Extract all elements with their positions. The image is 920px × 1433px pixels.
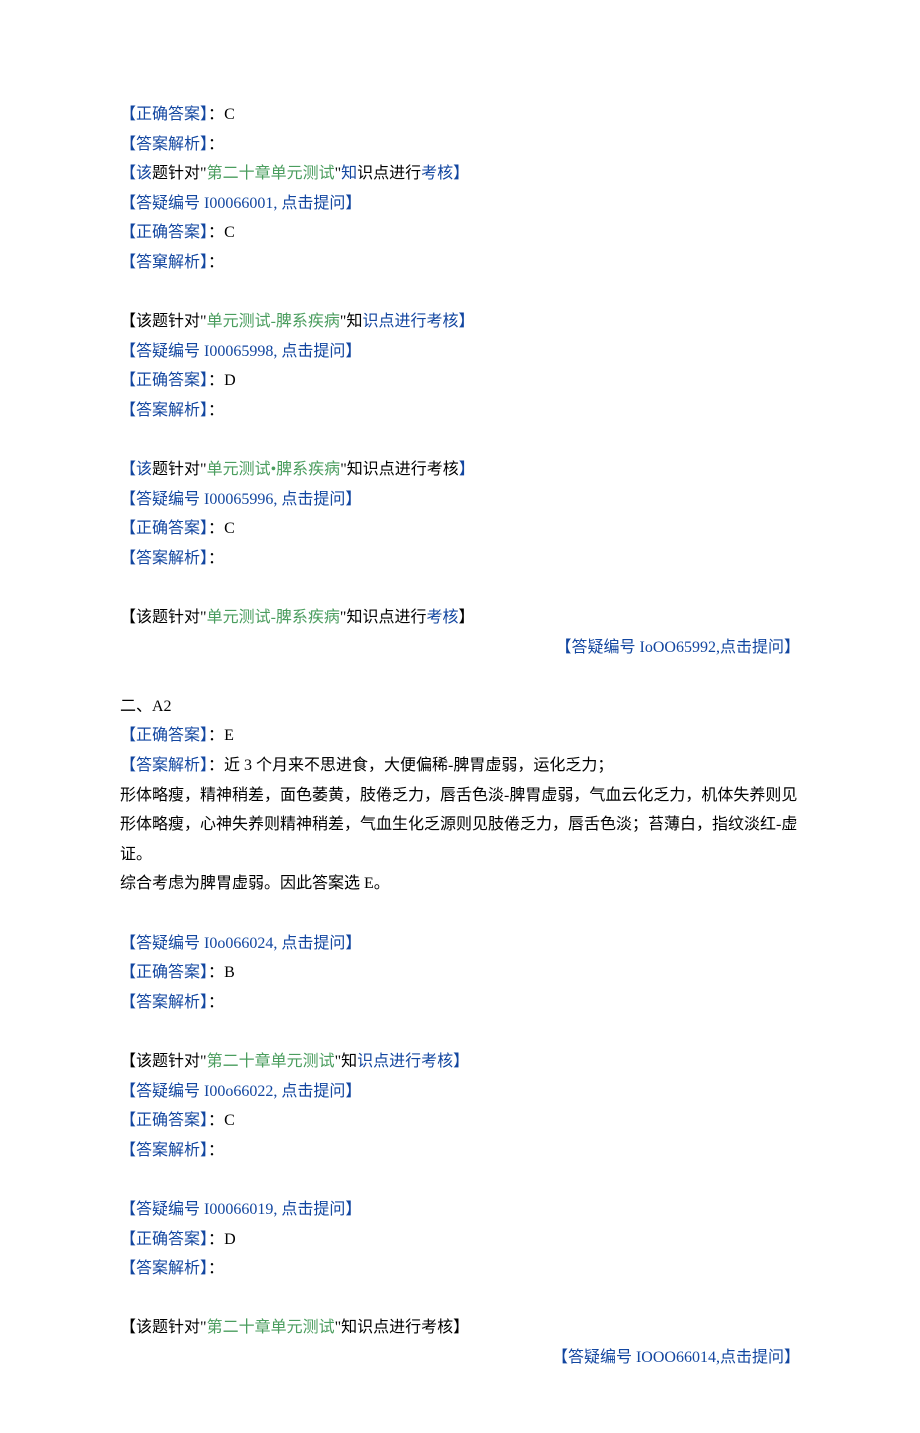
correct-answer-line: 【正确答案】：C [120, 100, 800, 130]
blank-line [120, 662, 800, 692]
faq-id: I0o066024 [204, 935, 273, 952]
analysis-line: 【答案解析】： [120, 544, 800, 574]
faq-line[interactable]: 【答疑编号 I00065996, 点击提问】 [120, 485, 800, 515]
correct-answer-line: 【正确答案】：C [120, 218, 800, 248]
analysis-line: 【答案解析】： [120, 130, 800, 160]
faq-line[interactable]: 【答疑编号 I00066019, 点击提问】 [120, 1195, 800, 1225]
document-page: 【正确答案】：C 【答案解析】： 【该题针对"第二十章单元测试"知识点进行考核】… [0, 0, 920, 1433]
analysis-body: 综合考虑为脾胃虚弱。因此答案选 E。 [120, 869, 800, 899]
analysis-line: 【答案解析】： [120, 1136, 800, 1166]
answer-value: C [224, 1112, 235, 1129]
analysis-line: 【答案解析】： [120, 1254, 800, 1284]
faq-line-right[interactable]: 【答疑编号 IOOO66014,点击提问】 [120, 1343, 800, 1373]
faq-id: IOOO66014 [636, 1349, 716, 1366]
blank-line [120, 278, 800, 308]
answer-value: B [224, 964, 235, 981]
topic-line: 【该题针对"单元测试•脾系疾病"知识点进行考核】 [120, 455, 800, 485]
blank-line [120, 1017, 800, 1047]
faq-line[interactable]: 【答疑编号 I00065998, 点击提问】 [120, 337, 800, 367]
blank-line [120, 899, 800, 929]
analysis-line: 【答案解析】：近 3 个月来不思进食，大便偏稀-脾胃虚弱，运化乏力； [120, 751, 800, 781]
analysis-line: 【答案解析】： [120, 988, 800, 1018]
faq-id: I00065996 [204, 491, 273, 508]
answer-value: D [224, 372, 236, 389]
faq-line[interactable]: 【答疑编号 I00o66022, 点击提问】 [120, 1077, 800, 1107]
answer-value: D [224, 1231, 236, 1248]
answer-value: C [224, 224, 235, 241]
correct-answer-line: 【正确答案】：C [120, 1106, 800, 1136]
correct-answer-line: 【正确答案】：C [120, 514, 800, 544]
correct-answer-line: 【正确答案】：E [120, 721, 800, 751]
analysis-line: 【答窠解析】： [120, 248, 800, 278]
faq-id: I00o66022 [204, 1083, 273, 1100]
blank-line [120, 426, 800, 456]
section-heading: 二、A2 [120, 692, 800, 722]
topic-line: 【该题针对"单元测试-脾系疾病"知识点进行考核】 [120, 307, 800, 337]
blank-line [120, 574, 800, 604]
faq-line-right[interactable]: 【答疑编号 IoOO65992,点击提问】 [120, 633, 800, 663]
blank-line [120, 1165, 800, 1195]
correct-answer-line: 【正确答案】：B [120, 958, 800, 988]
analysis-line: 【答案解析】： [120, 396, 800, 426]
answer-value: C [224, 520, 235, 537]
faq-line[interactable]: 【答疑编号 I0o066024, 点击提问】 [120, 929, 800, 959]
topic-line: 【该题针对"第二十章单元测试"知识点进行考核】 [120, 1047, 800, 1077]
faq-line[interactable]: 【答疑编号 I00066001, 点击提问】 [120, 189, 800, 219]
blank-line [120, 1284, 800, 1314]
topic-line: 【该题针对"单元测试-脾系疾病"知识点进行考核】 [120, 603, 800, 633]
faq-id: I00066001 [204, 195, 273, 212]
faq-id: IoOO65992 [640, 639, 716, 656]
faq-id: I00066019 [204, 1201, 273, 1218]
answer-value: E [224, 727, 234, 744]
topic-line: 【该题针对"第二十章单元测试"知识点进行考核】 [120, 159, 800, 189]
topic-line: 【该题针对"第二十章单元测试"知识点进行考核】 [120, 1313, 800, 1343]
correct-answer-line: 【正确答案】：D [120, 366, 800, 396]
answer-value: C [224, 106, 235, 123]
analysis-body: 形体略瘦，精神稍差，面色萎黄，肢倦乏力，唇舌色淡-脾胃虚弱，气血云化乏力，机体失… [120, 781, 800, 870]
correct-answer-line: 【正确答案】：D [120, 1225, 800, 1255]
faq-id: I00065998 [204, 343, 273, 360]
